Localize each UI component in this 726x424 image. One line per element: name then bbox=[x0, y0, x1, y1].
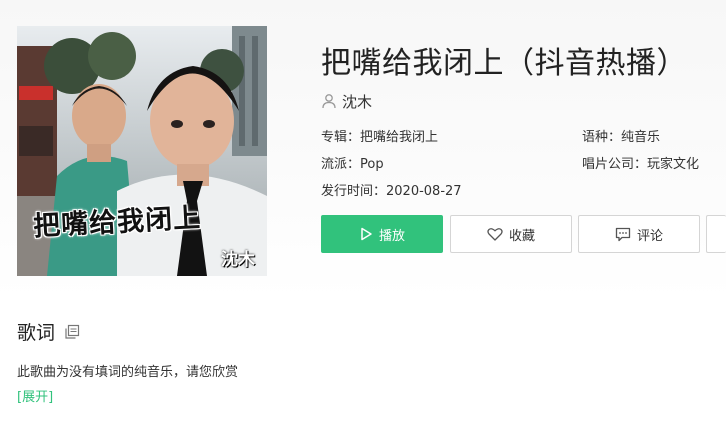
favorite-label: 收藏 bbox=[508, 228, 535, 244]
record-label-label: 唱片公司： bbox=[582, 157, 648, 172]
album-link[interactable]: 把嘴给我闭上 bbox=[360, 130, 438, 145]
album-cover[interactable]: 把嘴给我闭上 沈木 bbox=[17, 26, 267, 276]
album-info: 专辑：把嘴给我闭上 bbox=[321, 126, 438, 145]
record-label-info: 唱片公司：玩家文化 bbox=[582, 153, 699, 172]
lyrics-content: 此歌曲为没有填词的纯音乐，请您欣赏 bbox=[17, 365, 239, 380]
copy-icon[interactable] bbox=[64, 324, 80, 340]
genre-label: 流派： bbox=[321, 157, 361, 172]
comment-label: 评论 bbox=[636, 228, 663, 244]
lyrics-heading: 歌词 bbox=[17, 318, 80, 345]
song-title: 把嘴给我闭上（抖音热播） bbox=[321, 46, 687, 81]
favorite-button[interactable]: 收藏 bbox=[450, 215, 572, 253]
play-button[interactable]: 播放 bbox=[321, 215, 443, 253]
person-icon bbox=[322, 94, 336, 109]
genre-value: Pop bbox=[360, 157, 384, 172]
release-info: 发行时间：2020-08-27 bbox=[321, 180, 462, 199]
play-label: 播放 bbox=[378, 228, 405, 244]
comment-icon bbox=[615, 227, 631, 241]
artist-row: 沈木 bbox=[321, 90, 372, 112]
release-date: 2020-08-27 bbox=[386, 184, 462, 199]
play-icon bbox=[361, 227, 372, 241]
album-label: 专辑： bbox=[321, 130, 361, 145]
language-label: 语种： bbox=[582, 130, 622, 145]
expand-lyrics-link[interactable]: [展开] bbox=[17, 386, 53, 405]
comment-button[interactable]: 评论 bbox=[578, 215, 700, 253]
language-value: 纯音乐 bbox=[621, 130, 661, 145]
heart-icon bbox=[487, 228, 503, 241]
cover-artist-text: 沈木 bbox=[221, 250, 255, 270]
record-label-link[interactable]: 玩家文化 bbox=[647, 157, 699, 172]
release-label: 发行时间： bbox=[321, 184, 387, 199]
lyrics-heading-text: 歌词 bbox=[17, 322, 56, 344]
language-info: 语种：纯音乐 bbox=[582, 126, 660, 145]
genre-info: 流派：Pop bbox=[321, 153, 384, 172]
artist-link[interactable]: 沈木 bbox=[342, 91, 372, 112]
more-button[interactable] bbox=[706, 215, 726, 253]
